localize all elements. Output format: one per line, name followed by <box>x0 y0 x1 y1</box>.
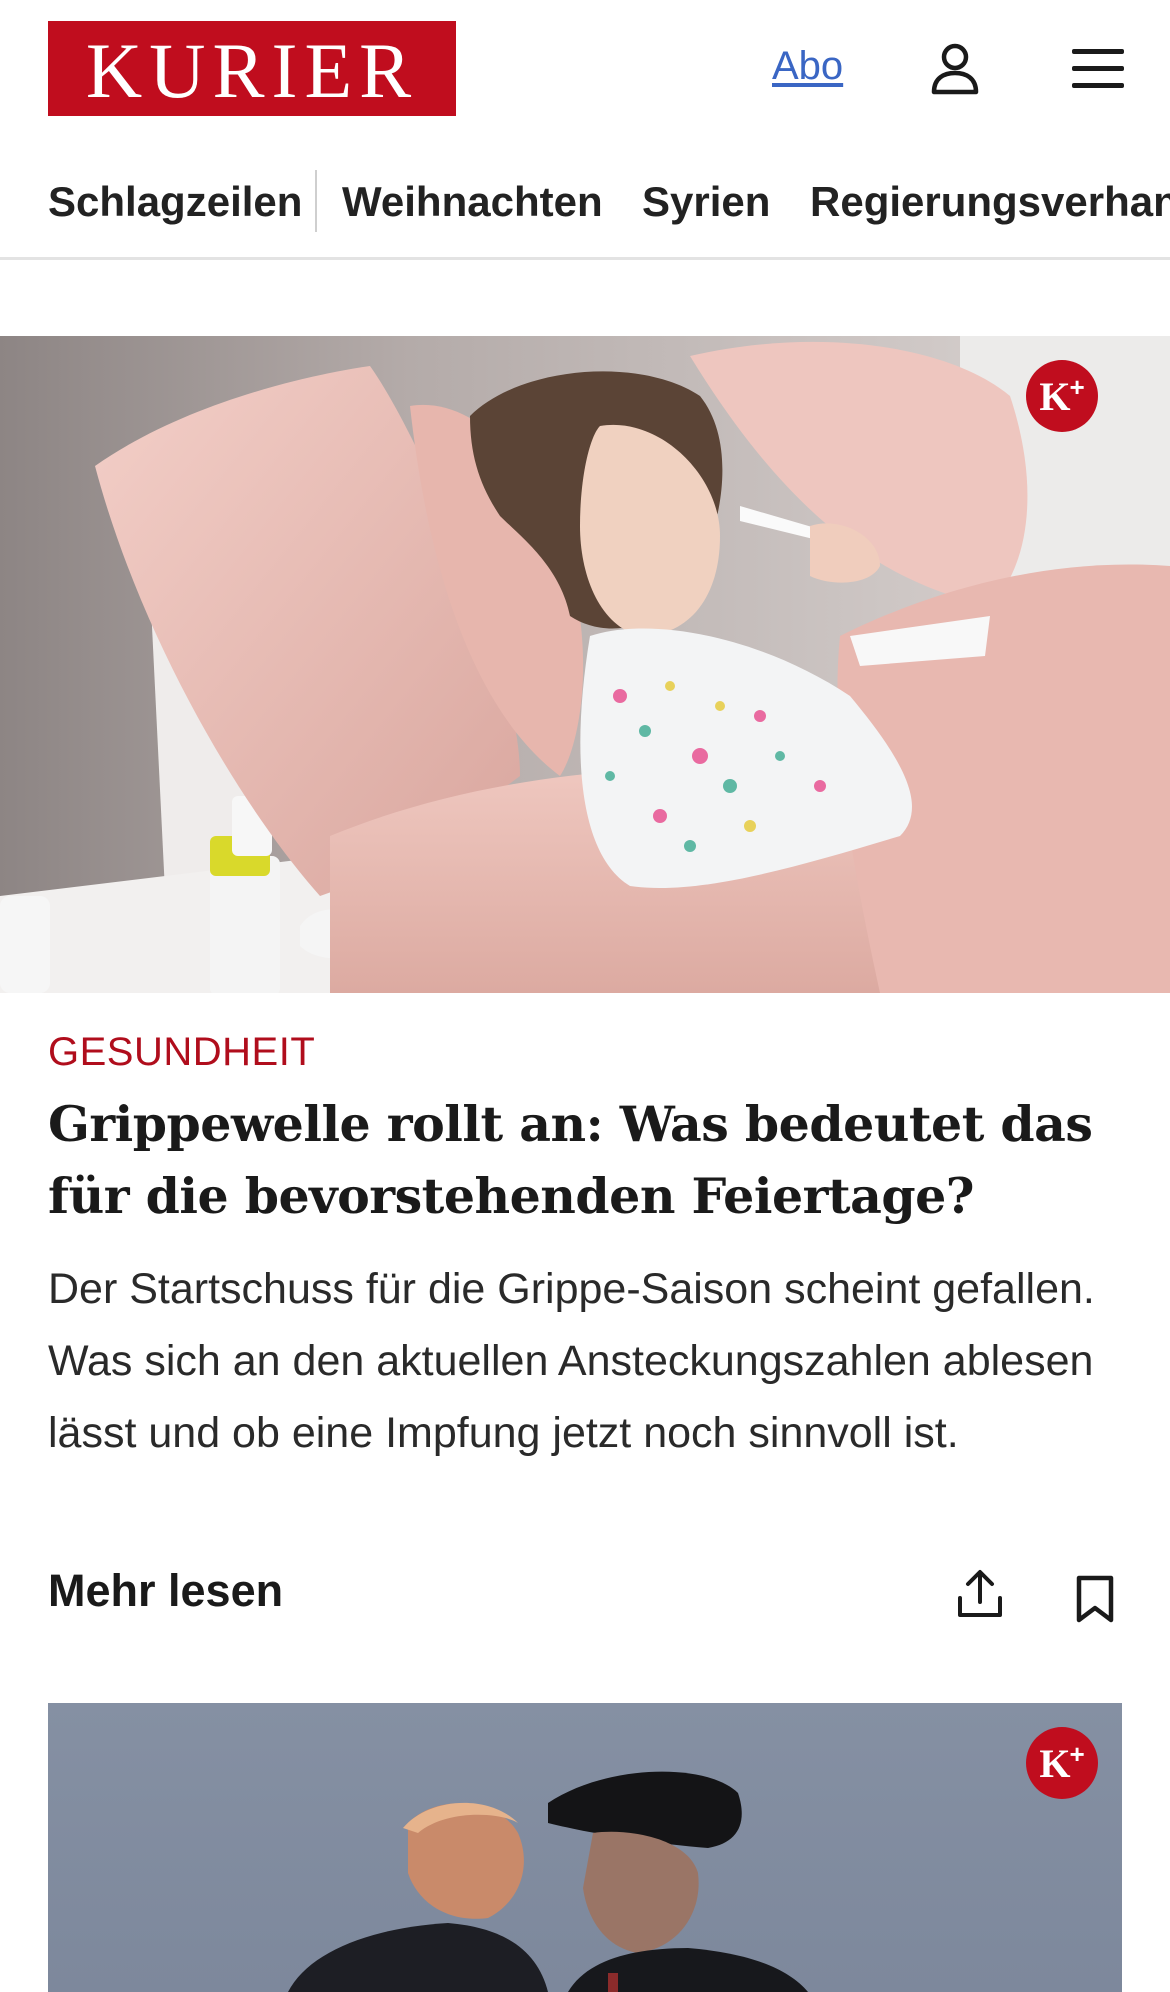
premium-badge-letter: K <box>1039 373 1071 419</box>
topic-nav: Schlagzeilen Weihnachten Syrien Regierun… <box>0 140 1170 260</box>
article-hero-image[interactable]: K + <box>0 336 1170 993</box>
nav-item-weihnachten[interactable]: Weihnachten <box>342 178 603 226</box>
read-more-link[interactable]: Mehr lesen <box>48 1565 283 1617</box>
abo-link[interactable]: Abo <box>772 44 843 89</box>
next-article-image[interactable]: K + <box>48 1703 1122 1992</box>
sick-girl-photo <box>0 336 1170 993</box>
site-header: KURIER Abo <box>0 0 1170 140</box>
logo-text: KURIER <box>85 26 419 114</box>
user-icon[interactable] <box>928 42 982 96</box>
nav-item-schlagzeilen[interactable]: Schlagzeilen <box>48 178 302 226</box>
article-headline[interactable]: Grippewelle rollt an: Was bedeutet das f… <box>48 1088 1128 1232</box>
hamburger-menu-icon[interactable] <box>1070 44 1126 94</box>
bookmark-icon[interactable] <box>1074 1574 1116 1624</box>
next-article-photo <box>48 1703 1122 1992</box>
article-kicker[interactable]: GESUNDHEIT <box>48 1030 315 1075</box>
premium-badge: K + <box>1026 1727 1098 1799</box>
nav-divider <box>315 170 317 232</box>
nav-item-regierungsverhandlungen[interactable]: Regierungsverhand <box>810 178 1170 226</box>
premium-badge: K + <box>1026 360 1098 432</box>
premium-badge-letter: K <box>1039 1740 1071 1786</box>
article-teaser[interactable]: Der Startschuss für die Grippe-Saison sc… <box>48 1253 1128 1469</box>
premium-badge-plus: + <box>1069 1738 1085 1769</box>
premium-badge-plus: + <box>1069 371 1085 402</box>
share-icon[interactable] <box>955 1568 1005 1620</box>
kurier-logo[interactable]: KURIER <box>48 21 456 116</box>
nav-item-syrien[interactable]: Syrien <box>642 178 770 226</box>
